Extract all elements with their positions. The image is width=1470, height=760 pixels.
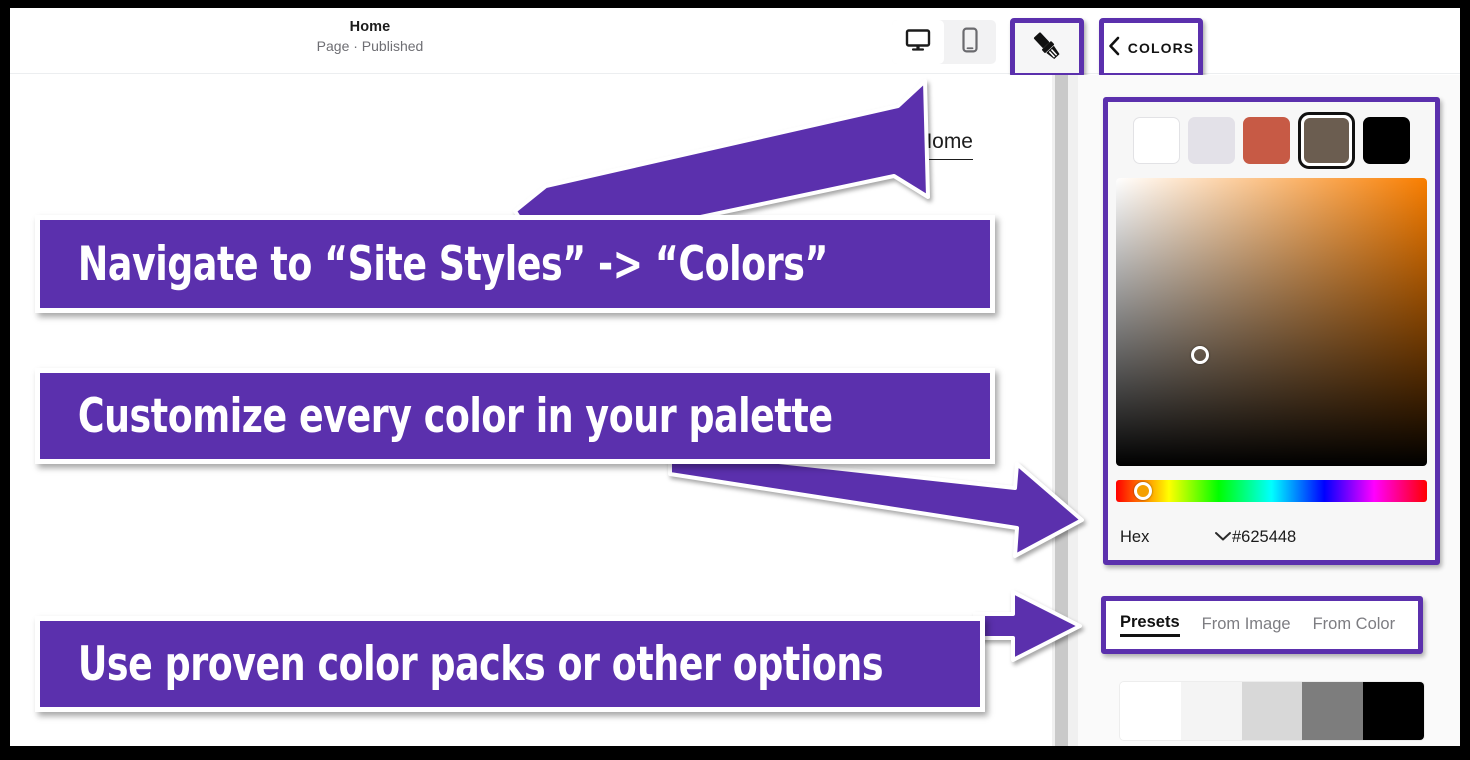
callout-banner-1: Navigate to “Site Styles” -> “Colors”	[35, 215, 995, 313]
app-window: Home Page · Published COLORS Home Hex #6…	[10, 8, 1460, 746]
arrow-to-presets-tabs	[973, 590, 1082, 662]
callout-banner-2-text: Customize every color in your palette	[77, 388, 833, 444]
callout-banner-3-text: Use proven color packs or other options	[77, 636, 884, 692]
callout-banner-2: Customize every color in your palette	[35, 368, 995, 464]
screenshot-root: Home Page · Published COLORS Home Hex #6…	[0, 0, 1470, 760]
callout-banner-3: Use proven color packs or other options	[35, 616, 985, 712]
callout-banner-1-text: Navigate to “Site Styles” -> “Colors”	[77, 236, 829, 292]
arrow-to-hex-field	[668, 448, 1084, 558]
